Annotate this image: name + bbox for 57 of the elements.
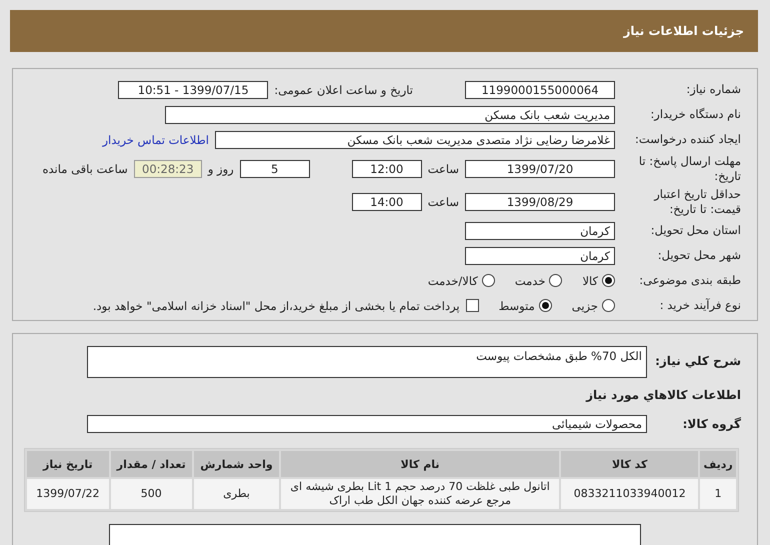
field-label: طبقه بندی موضوعی: [638,273,741,288]
section-heading: اطلاعات کالاهاي مورد نياز [586,388,741,402]
table-cell: 500 [110,479,192,509]
column-header: کد کالا [561,451,698,477]
field-label: ساعت [428,162,459,176]
field-label: ایجاد کننده درخواست: [634,132,741,147]
text-field[interactable]: کرمان [465,222,615,240]
text-field[interactable]: محصولات شیمیائی [87,414,647,432]
field-label: تاریخ و ساعت اعلان عمومی: [274,82,413,96]
field-label: ساعت باقی مانده [42,162,128,176]
table-cell: اتانول طبی غلظت 70 درصد حجم 1 Lit بطری شیشه ای مرجع عرضه کننده جهان الکل طب اراک [281,479,560,509]
text-field[interactable]: غلامرضا رضایی نژاد متصدی مدیریت شعب بانک مسکن [215,130,615,148]
countdown-field: 00:28:23 [134,160,202,178]
text-field[interactable]: 5 [240,160,310,178]
text-field[interactable]: 1399/08/29 [465,192,615,210]
page-title: جزئیات اطلاعات نیاز [623,24,744,38]
table-cell: 0833211033940012 [561,479,698,509]
option-label: متوسط [498,298,535,312]
table-cell: 1399/07/22 [27,479,109,509]
text-field[interactable]: 14:00 [352,192,422,210]
option-label: کالا [582,274,598,288]
checkbox[interactable] [466,299,479,312]
option-label: جزیی [572,298,598,312]
field-label: شماره نیاز: [685,82,741,97]
field-label: شرح کلي نياز: [654,353,741,368]
table-cell: بطری [194,479,280,509]
field-label: نام دستگاه خریدار: [649,107,741,122]
column-header: تعداد / مقدار [110,451,192,477]
radio-button[interactable] [549,274,562,287]
field-label: حداقل تاریخ اعتبار قیمت: تا تاریخ: [652,186,741,216]
contact-link[interactable]: اطلاعات تماس خریدار [102,132,209,146]
field-label: ساعت [428,194,459,208]
text-field[interactable]: 1199000155000064 [465,80,615,98]
option-label: خدمت [514,274,546,288]
field-label: گروه کالا: [682,416,741,430]
radio-button[interactable] [482,274,495,287]
field-label: استان محل تحویل: [650,223,741,238]
radio-button[interactable] [602,299,615,312]
description-field[interactable]: الکل 70% طبق مشخصات پیوست [87,346,647,378]
field-label: روز و [208,162,234,176]
column-header: ردیف [700,451,736,477]
radio-button[interactable] [538,299,552,312]
text-field[interactable]: 12:00 [352,160,422,178]
column-header: نام کالا [281,451,560,477]
checkbox-label: پرداخت تمام یا بخشی از مبلغ خرید،از محل "اسناد خزانه اسلامی" خواهد بود. [92,298,460,312]
table-cell: 1 [700,479,736,509]
field-label: نوع فرآیند خرید : [658,298,741,313]
text-field[interactable]: کرمان [465,246,615,264]
text-field[interactable]: 1399/07/20 [465,160,615,178]
column-header: تاریخ نیاز [27,451,109,477]
radio-button[interactable] [602,274,615,287]
field-label: مهلت ارسال پاسخ: تا تاریخ: [638,154,741,184]
text-field[interactable]: مدیریت شعب بانک مسکن [165,106,615,124]
text-field[interactable]: 1399/07/15 - 10:51 [118,80,268,98]
field-label: شهر محل تحویل: [656,248,741,263]
column-header: واحد شمارش [194,451,280,477]
option-label: کالا/خدمت [428,274,478,288]
